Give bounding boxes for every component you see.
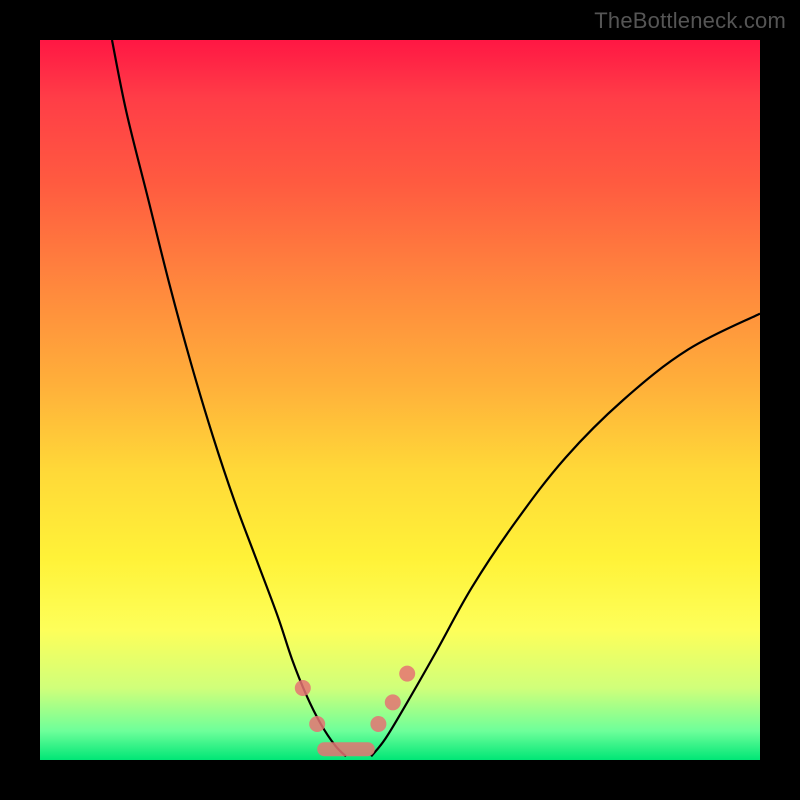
marker-dot — [385, 694, 401, 710]
plot-area — [40, 40, 760, 760]
marker-dot — [370, 716, 386, 732]
marker-floor-segment — [317, 742, 375, 756]
left-curve — [112, 40, 346, 756]
watermark-text: TheBottleneck.com — [594, 8, 786, 34]
curves-svg — [40, 40, 760, 760]
marker-dot — [309, 716, 325, 732]
marker-dots — [295, 666, 415, 732]
right-curve — [371, 314, 760, 757]
marker-dot — [399, 666, 415, 682]
marker-dot — [295, 680, 311, 696]
chart-frame: TheBottleneck.com — [0, 0, 800, 800]
